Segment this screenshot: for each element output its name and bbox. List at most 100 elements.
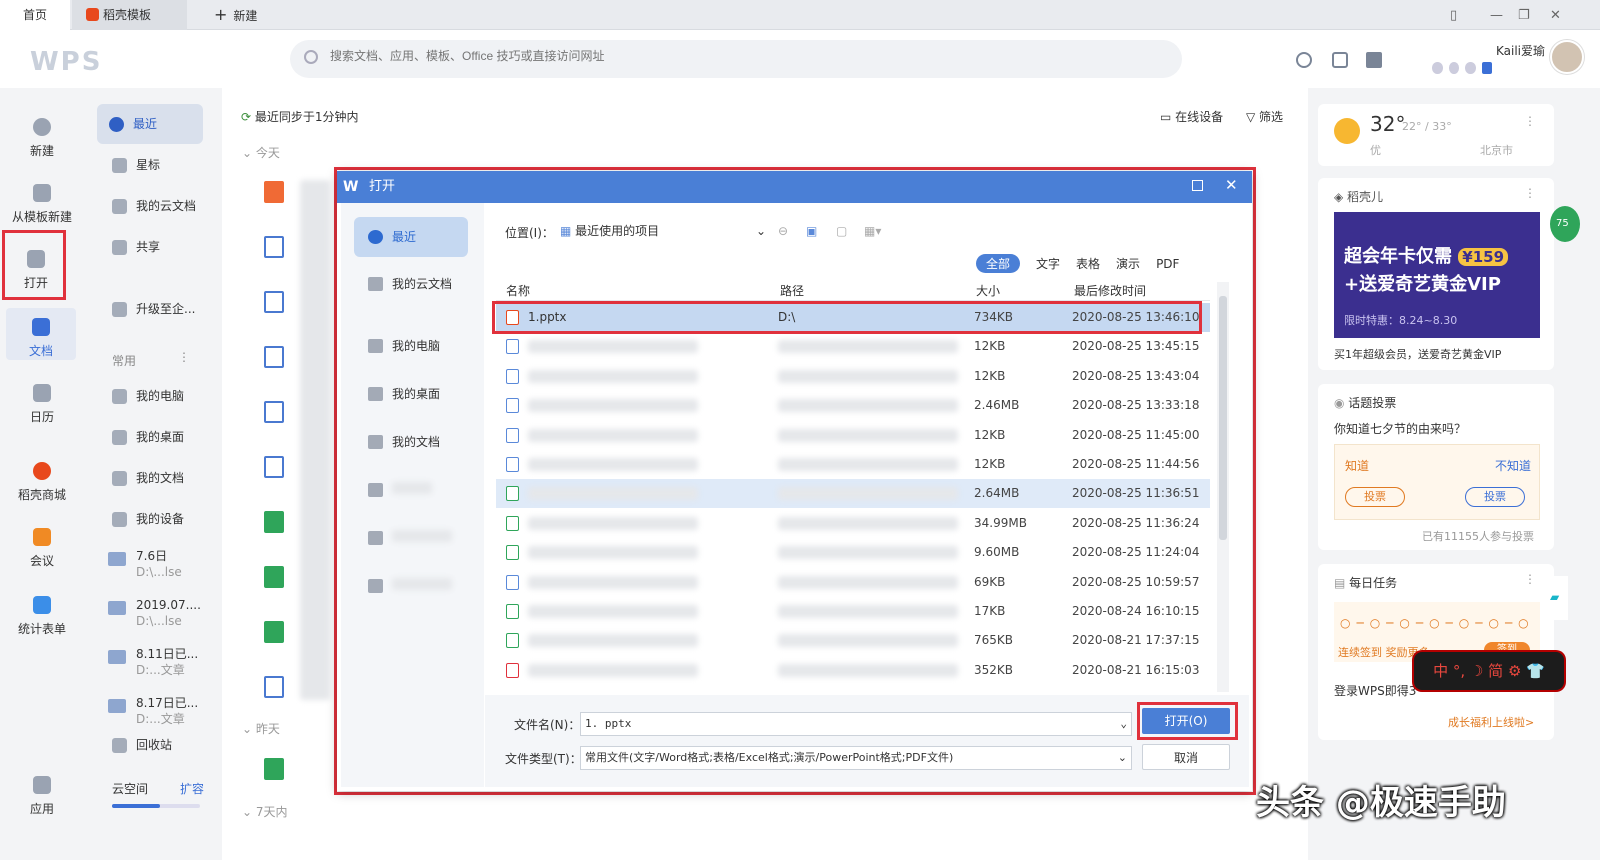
promo-banner[interactable]: 超会年卡仅需 ¥159 +送爱奇艺黄金VIP 限时特惠：8.24~8.30 (1334, 212, 1540, 338)
nav-template-new[interactable]: 从模板新建 (6, 184, 78, 225)
sheet-file-icon[interactable] (264, 511, 284, 533)
online-devices-button[interactable]: ▭ 在线设备 (1160, 108, 1223, 125)
nav-docer-store[interactable]: 稻壳商城 (6, 462, 78, 503)
more-icon[interactable]: ⋮ (178, 350, 190, 364)
restore-icon[interactable]: ❐ (1518, 8, 1530, 23)
nav-calendar[interactable]: 日历 (6, 384, 78, 425)
col-path[interactable]: 路径 (780, 281, 804, 301)
word-file-icon[interactable] (264, 401, 284, 423)
dialog-nav-folder[interactable] (354, 566, 468, 606)
user-name[interactable]: Kaili爱瑜 (1496, 42, 1545, 59)
sidebar-item-upgrade[interactable]: 升级至企... (100, 289, 210, 329)
word-file-icon[interactable] (264, 291, 284, 313)
nav-apps[interactable]: 应用 (6, 776, 78, 817)
dialog-nav-computer[interactable]: 我的电脑 (354, 326, 468, 366)
more-icon[interactable]: ⋮ (1524, 114, 1536, 128)
dialog-nav-folder[interactable] (354, 470, 468, 510)
cancel-button[interactable]: 取消 (1142, 744, 1230, 770)
scrollbar-thumb[interactable] (1219, 296, 1227, 540)
more-icon[interactable]: ⋮ (1524, 572, 1536, 586)
maximize-icon[interactable] (1192, 180, 1203, 191)
dialog-nav-recent[interactable]: 最近 (354, 217, 468, 257)
tab-home[interactable]: 首页 (0, 0, 70, 30)
new-folder-icon[interactable]: ▢ (836, 224, 847, 238)
file-row[interactable]: 2.46MB 2020-08-25 13:33:18 (496, 391, 1210, 420)
file-row[interactable]: 9.60MB 2020-08-25 11:24:04 (496, 538, 1210, 567)
recent-dir[interactable]: 2019.07.... D:\...lse (104, 597, 214, 629)
dialog-nav-folder[interactable] (354, 518, 468, 558)
sheet-file-icon[interactable] (264, 621, 284, 643)
location-select[interactable]: ▦ 最近使用的项目 ⌄ (560, 220, 770, 242)
folder-up-icon[interactable]: ▣ (806, 224, 817, 238)
sidebar-item-cloud[interactable]: 我的云文档 (100, 186, 210, 226)
filter-writer[interactable]: 文字 (1036, 255, 1060, 272)
filetype-select[interactable]: 常用文件(文字/Word格式;表格/Excel格式;演示/PowerPoint格… (580, 746, 1132, 770)
filter-pdf[interactable]: PDF (1156, 257, 1179, 271)
col-modified[interactable]: 最后修改时间 (1074, 281, 1146, 301)
recent-dir[interactable]: 7.6日 D:\...lse (104, 548, 214, 580)
more-icon[interactable]: ⋮ (1524, 186, 1536, 200)
file-row[interactable]: 352KB 2020-08-21 16:15:03 (496, 656, 1210, 685)
skin-icon[interactable] (1366, 52, 1382, 68)
word-file-icon[interactable] (264, 676, 284, 698)
sidebar-item-recycle[interactable]: 回收站 (100, 725, 210, 765)
sheet-file-icon[interactable] (264, 566, 284, 588)
filter-sheet[interactable]: 表格 (1076, 255, 1100, 272)
gear-icon[interactable] (1332, 52, 1348, 68)
nav-docs[interactable]: 文档 (6, 308, 76, 360)
file-row[interactable]: 12KB 2020-08-25 11:44:56 (496, 450, 1210, 479)
word-file-icon[interactable] (264, 346, 284, 368)
layout-icon[interactable]: ▯ (1450, 8, 1457, 23)
word-file-icon[interactable] (264, 236, 284, 258)
nav-forms[interactable]: 统计表单 (6, 596, 78, 637)
col-size[interactable]: 大小 (976, 281, 1000, 301)
filter-slides[interactable]: 演示 (1116, 255, 1140, 272)
place-documents[interactable]: 我的文档 (100, 458, 210, 498)
recent-dir[interactable]: 8.11日已... D:...文章 (104, 646, 214, 678)
growth-link[interactable]: 成长福利上线啦> (1448, 714, 1534, 730)
file-row[interactable]: 12KB 2020-08-25 11:45:00 (496, 421, 1210, 450)
docer-caption[interactable]: 买1年超级会员，送爱奇艺黄金VIP (1334, 346, 1501, 362)
floating-badge[interactable]: 75 (1550, 206, 1580, 242)
dialog-nav-desktop[interactable]: 我的桌面 (354, 374, 468, 414)
filename-input[interactable]: 1. pptx ⌄ (580, 712, 1132, 736)
open-button[interactable]: 打开(O) (1142, 708, 1230, 734)
avatar[interactable] (1550, 40, 1584, 74)
group-yesterday[interactable]: ⌄ 昨天 (242, 720, 280, 737)
vote-yes-button[interactable]: 投票 (1345, 487, 1405, 507)
file-row[interactable]: 12KB 2020-08-25 13:43:04 (496, 362, 1210, 391)
minimize-icon[interactable]: — (1490, 8, 1503, 23)
scrollbar[interactable] (1217, 282, 1229, 692)
side-tool[interactable]: ▰ (1546, 576, 1568, 620)
file-row[interactable]: 17KB 2020-08-24 16:10:15 (496, 597, 1210, 626)
close-icon[interactable]: ✕ (1550, 8, 1561, 23)
weather-city[interactable]: 北京市 (1480, 142, 1513, 158)
sidebar-item-star[interactable]: 星标 (100, 145, 210, 185)
search-input[interactable] (330, 49, 1130, 63)
view-icon[interactable]: ▦▾ (864, 224, 881, 238)
place-devices[interactable]: 我的设备 (100, 499, 210, 539)
col-name[interactable]: 名称 (506, 281, 530, 301)
dialog-close-icon[interactable]: ✕ (1225, 176, 1238, 194)
back-icon[interactable]: ⊖ (778, 224, 788, 238)
filter-all[interactable]: 全部 (976, 254, 1021, 273)
file-row[interactable]: 69KB 2020-08-25 10:59:57 (496, 568, 1210, 597)
recent-dir[interactable]: 8.17日已... D:...文章 (104, 695, 214, 727)
word-file-icon[interactable] (264, 456, 284, 478)
nav-meeting[interactable]: 会议 (6, 528, 78, 569)
nav-new[interactable]: 新建 (6, 118, 78, 159)
tab-new[interactable]: + 新建 (200, 0, 271, 30)
group-today[interactable]: ⌄ 今天 (242, 144, 280, 161)
filter-button[interactable]: ▽ 筛选 (1246, 108, 1283, 125)
expand-link[interactable]: 扩容 (180, 780, 204, 797)
file-row[interactable]: 765KB 2020-08-21 17:37:15 (496, 626, 1210, 655)
file-row[interactable]: 2.64MB 2020-08-25 11:36:51 (496, 479, 1210, 509)
place-desktop[interactable]: 我的桌面 (100, 417, 210, 457)
vote-no-button[interactable]: 投票 (1465, 487, 1525, 507)
dialog-nav-documents[interactable]: 我的文档 (354, 422, 468, 462)
sheet-file-icon[interactable] (264, 758, 284, 780)
search-bar[interactable] (290, 40, 1182, 78)
ppt-file-icon[interactable] (264, 181, 284, 203)
headset-icon[interactable] (1296, 52, 1312, 68)
sidebar-item-recent[interactable]: 最近 (97, 104, 203, 144)
